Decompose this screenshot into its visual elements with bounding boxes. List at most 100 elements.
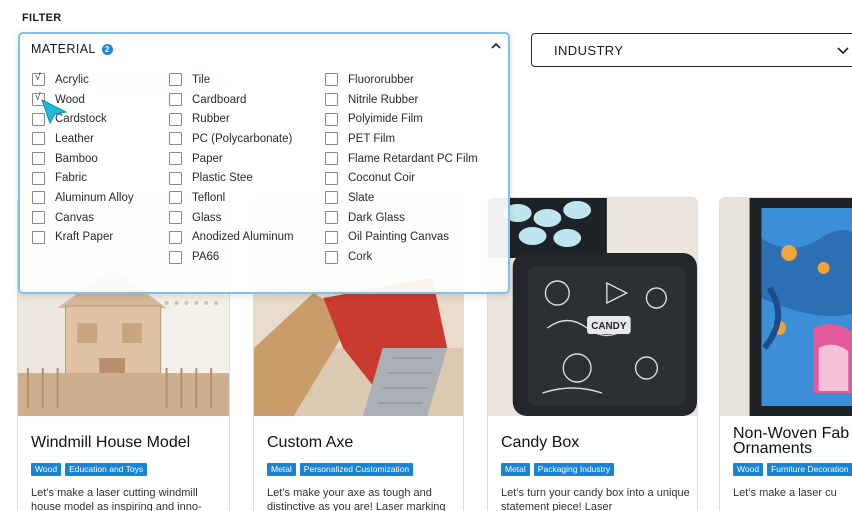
chevron-down-icon: [837, 47, 849, 55]
material-option-label: Cork: [348, 251, 373, 264]
chevron-up-icon[interactable]: [490, 40, 502, 52]
checkbox[interactable]: [325, 250, 338, 264]
material-option-fabric[interactable]: Fabric: [32, 168, 134, 188]
material-option-glass[interactable]: Glass: [169, 208, 294, 228]
checkbox[interactable]: [325, 171, 338, 185]
card-description: Let’s make your axe as tough and distinc…: [267, 487, 446, 511]
material-option-label: Fabric: [55, 172, 87, 185]
non-woven-ornaments-image: [720, 198, 852, 416]
material-option-pet-film[interactable]: PET Film: [325, 129, 478, 149]
material-option-label: Nitrile Rubber: [348, 93, 419, 106]
material-option-fluororubber[interactable]: Fluororubber: [325, 70, 478, 90]
checkbox[interactable]: [32, 132, 45, 146]
material-option-teflonl[interactable]: Teflonl: [169, 188, 294, 208]
material-option-label: Dark Glass: [348, 211, 405, 224]
material-option-label: Slate: [348, 191, 375, 204]
material-option-oil-painting-canvas[interactable]: Oil Painting Canvas: [325, 228, 478, 248]
checkbox[interactable]: [32, 211, 45, 225]
card-tags: Metal Personalized Customization: [267, 463, 414, 476]
industry-label: INDUSTRY: [554, 42, 624, 58]
checkbox[interactable]: [325, 112, 338, 126]
material-option-label: Anodized Aluminum: [192, 231, 294, 244]
checkbox[interactable]: [169, 191, 182, 205]
material-option-cork[interactable]: Cork: [325, 247, 478, 267]
material-option-aluminum-alloy[interactable]: Aluminum Alloy: [32, 188, 134, 208]
industry-tag: Furniture Decoration: [767, 463, 852, 476]
material-option-canvas[interactable]: Canvas: [32, 208, 134, 228]
material-option-cardboard[interactable]: Cardboard: [169, 90, 294, 110]
checkbox[interactable]: [169, 152, 182, 166]
checkbox[interactable]: [32, 152, 45, 166]
checkbox[interactable]: √: [32, 72, 45, 87]
material-option-label: Plastic Stee: [192, 172, 253, 185]
material-column-1: √ Acrylic √ Wood Cardstock Leather Bamboo Fabri…: [32, 70, 134, 247]
material-dropdown-header[interactable]: MATERIAL 2: [31, 42, 113, 56]
svg-text:CANDY: CANDY: [591, 321, 627, 332]
material-option-slate[interactable]: Slate: [325, 188, 478, 208]
material-dropdown-panel[interactable]: MATERIAL 2 √ Acrylic √ Wood Cardstock Leather…: [18, 32, 510, 294]
card-description: Let’s turn your candy box into a unique …: [501, 487, 690, 511]
material-option-nitrile-rubber[interactable]: Nitrile Rubber: [325, 90, 478, 110]
material-option-label: Flame Retardant PC Film: [348, 152, 478, 165]
candy-box-image: CANDY: [488, 198, 697, 416]
checkbox[interactable]: [325, 152, 338, 166]
material-option-label: Glass: [192, 211, 222, 224]
card-title: Windmill House Model: [31, 434, 191, 451]
checkbox[interactable]: [325, 132, 338, 146]
material-option-label: Canvas: [55, 211, 94, 224]
checkbox[interactable]: [32, 230, 45, 244]
product-card-candy-box[interactable]: CANDY Candy Box Metal Packaging Industry…: [487, 197, 698, 511]
product-card-non-woven[interactable]: Non-Woven Fab Ornaments Wood Furniture D…: [719, 197, 852, 511]
material-tag: Wood: [31, 463, 62, 476]
checkbox[interactable]: [169, 230, 182, 244]
mouse-cursor-icon: [41, 99, 68, 124]
material-option-label: Oil Painting Canvas: [348, 231, 449, 244]
material-tag: Metal: [267, 463, 296, 476]
material-option-label: PET Film: [348, 132, 396, 145]
material-option-dark-glass[interactable]: Dark Glass: [325, 208, 478, 228]
material-column-3: Fluororubber Nitrile Rubber Polyimide Film…: [325, 70, 478, 267]
industry-tag: Education and Toys: [65, 463, 148, 476]
card-tags: Wood Furniture Decoration: [733, 463, 852, 476]
material-option-rubber[interactable]: Rubber: [169, 109, 294, 129]
material-label: MATERIAL: [31, 42, 96, 56]
material-option-label: Leather: [55, 132, 95, 145]
material-option-flame-retardant-pc-film[interactable]: Flame Retardant PC Film: [325, 149, 478, 169]
checkmark-icon: √: [35, 72, 41, 84]
material-option-label: Tile: [192, 73, 211, 86]
industry-select[interactable]: INDUSTRY: [531, 33, 852, 67]
selected-count-badge: 2: [101, 43, 113, 55]
material-option-anodized-aluminum[interactable]: Anodized Aluminum: [169, 228, 294, 248]
checkbox[interactable]: [169, 171, 182, 185]
checkbox[interactable]: [169, 93, 182, 107]
material-option-polyimide-film[interactable]: Polyimide Film: [325, 109, 478, 129]
checkbox[interactable]: [325, 93, 338, 107]
material-option-label: Fluororubber: [348, 73, 414, 86]
checkbox[interactable]: [169, 211, 182, 225]
material-option-pc-polycarbonate[interactable]: PC (Polycarbonate): [169, 129, 294, 149]
material-option-label: Bamboo: [55, 152, 98, 165]
material-option-pa66[interactable]: PA66: [169, 247, 294, 267]
checkbox[interactable]: [325, 230, 338, 244]
material-option-acrylic[interactable]: √ Acrylic: [32, 70, 134, 90]
material-option-bamboo[interactable]: Bamboo: [32, 149, 134, 169]
material-option-paper[interactable]: Paper: [169, 149, 294, 169]
material-option-label: Teflonl: [192, 191, 226, 204]
checkbox[interactable]: [169, 250, 182, 264]
checkbox[interactable]: [325, 73, 338, 87]
material-option-coconut-coir[interactable]: Coconut Coir: [325, 168, 478, 188]
checkbox[interactable]: [32, 191, 45, 205]
material-option-label: Polyimide Film: [348, 113, 423, 126]
checkbox[interactable]: [32, 171, 45, 185]
checkbox[interactable]: [325, 211, 338, 225]
material-option-label: PC (Polycarbonate): [192, 132, 293, 145]
checkbox[interactable]: [169, 73, 182, 87]
material-option-leather[interactable]: Leather: [32, 129, 134, 149]
material-option-tile[interactable]: Tile: [169, 70, 294, 90]
checkbox[interactable]: [169, 132, 182, 146]
material-option-label: Paper: [192, 152, 223, 165]
checkbox[interactable]: [169, 112, 182, 126]
material-option-plastic-stee[interactable]: Plastic Stee: [169, 168, 294, 188]
checkbox[interactable]: [325, 191, 338, 205]
material-option-kraft-paper[interactable]: Kraft Paper: [32, 228, 134, 248]
